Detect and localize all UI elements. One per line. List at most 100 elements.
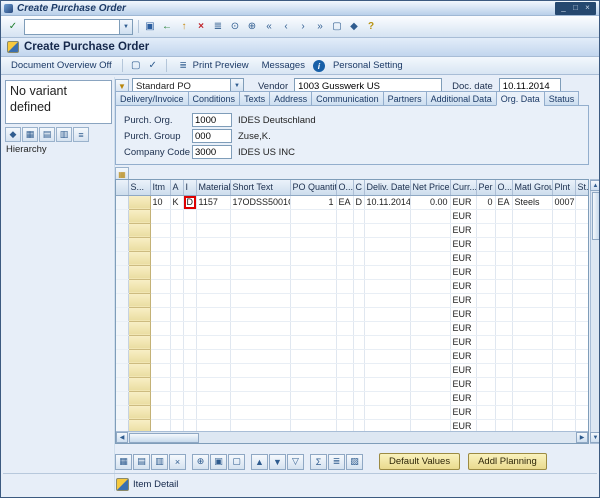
cell-stor-location[interactable]: [575, 279, 589, 293]
list-icon[interactable]: ≡: [73, 127, 89, 142]
print-icon[interactable]: ≣: [210, 19, 226, 35]
row-selector[interactable]: [128, 363, 150, 377]
cell-itm[interactable]: [150, 377, 170, 391]
cell-per[interactable]: [476, 223, 495, 237]
row-icon-cell[interactable]: [116, 237, 128, 251]
cell-date-category[interactable]: [353, 265, 364, 279]
cell-item-category[interactable]: [183, 405, 196, 419]
scroll-right-icon[interactable]: ▶: [576, 432, 588, 443]
cell-deliv-date[interactable]: 10.11.2014: [364, 195, 410, 209]
cell-matl-group[interactable]: [512, 307, 552, 321]
cell-plant[interactable]: [552, 349, 575, 363]
row-selector[interactable]: [128, 391, 150, 405]
cell-currency[interactable]: EUR: [450, 265, 476, 279]
cell-short-text[interactable]: [230, 223, 290, 237]
tab[interactable]: Status: [544, 91, 580, 106]
row-icon-cell[interactable]: [116, 391, 128, 405]
org-field-input[interactable]: [192, 145, 232, 159]
cell-short-text[interactable]: [230, 209, 290, 223]
cell-currency[interactable]: EUR: [450, 195, 476, 209]
cell-matl-group[interactable]: [512, 209, 552, 223]
cell-currency[interactable]: EUR: [450, 251, 476, 265]
cell-matl-group[interactable]: Steels: [512, 195, 552, 209]
info-icon[interactable]: i: [313, 60, 325, 72]
cell-matl-group[interactable]: [512, 223, 552, 237]
row-icon-cell[interactable]: [116, 321, 128, 335]
cell-acct-assignment[interactable]: [170, 391, 183, 405]
cell-acct-assignment[interactable]: K: [170, 195, 183, 209]
cell-date-category[interactable]: [353, 405, 364, 419]
layout-icon[interactable]: ▨: [346, 454, 363, 470]
cell-po-quantity[interactable]: [290, 209, 336, 223]
cell-currency[interactable]: EUR: [450, 363, 476, 377]
cell-acct-assignment[interactable]: [170, 265, 183, 279]
cell-currency[interactable]: EUR: [450, 335, 476, 349]
cell-item-category[interactable]: [183, 377, 196, 391]
grid-column-header[interactable]: [116, 180, 128, 195]
row-icon-cell[interactable]: [116, 195, 128, 209]
cell-itm[interactable]: [150, 223, 170, 237]
cell-material[interactable]: [196, 265, 230, 279]
cell-currency[interactable]: EUR: [450, 209, 476, 223]
find-icon[interactable]: ⊙: [227, 19, 243, 35]
cell-stor-location[interactable]: [575, 195, 589, 209]
material-data-icon[interactable]: ▥: [151, 454, 168, 470]
tab[interactable]: Partners: [383, 91, 426, 106]
cell-stor-location[interactable]: [575, 335, 589, 349]
back-icon[interactable]: ←: [159, 19, 175, 35]
cell-net-price[interactable]: [410, 321, 450, 335]
cell-deliv-date[interactable]: [364, 321, 410, 335]
cell-itm[interactable]: [150, 335, 170, 349]
cell-per[interactable]: [476, 321, 495, 335]
cell-deliv-date[interactable]: [364, 391, 410, 405]
cell-itm[interactable]: [150, 321, 170, 335]
cell-matl-group[interactable]: [512, 335, 552, 349]
cell-material[interactable]: [196, 335, 230, 349]
cancel-icon[interactable]: ×: [193, 19, 209, 35]
row-selector[interactable]: [128, 405, 150, 419]
row-selector[interactable]: [128, 293, 150, 307]
cell-stor-location[interactable]: [575, 377, 589, 391]
cell-net-price[interactable]: [410, 377, 450, 391]
cell-po-quantity[interactable]: [290, 405, 336, 419]
cell-date-category[interactable]: [353, 377, 364, 391]
cell-date-category[interactable]: [353, 223, 364, 237]
cell-itm[interactable]: [150, 265, 170, 279]
cell-matl-group[interactable]: [512, 279, 552, 293]
cell-net-price[interactable]: [410, 335, 450, 349]
cell-item-category[interactable]: [183, 209, 196, 223]
cell-material[interactable]: [196, 391, 230, 405]
grid-column-header[interactable]: Curr...: [450, 180, 476, 195]
cell-currency[interactable]: EUR: [450, 349, 476, 363]
row-icon-cell[interactable]: [116, 265, 128, 279]
cell-matl-group[interactable]: [512, 251, 552, 265]
print-preview-button[interactable]: ≣ Print Preview: [172, 57, 254, 74]
cell-order-price-unit[interactable]: [495, 307, 512, 321]
grid-column-header[interactable]: A: [170, 180, 183, 195]
cell-short-text[interactable]: [230, 335, 290, 349]
cell-acct-assignment[interactable]: [170, 405, 183, 419]
cell-date-category[interactable]: [353, 237, 364, 251]
cell-date-category[interactable]: [353, 349, 364, 363]
cell-order-unit[interactable]: [336, 321, 353, 335]
scroll-down-icon[interactable]: ▼: [590, 432, 600, 443]
cell-acct-assignment[interactable]: [170, 307, 183, 321]
item-details-icon[interactable]: ▦: [115, 454, 132, 470]
cell-stor-location[interactable]: [575, 321, 589, 335]
held-documents-icon[interactable]: ▥: [56, 127, 72, 142]
cell-short-text[interactable]: [230, 377, 290, 391]
tab[interactable]: Conditions: [188, 91, 240, 106]
previous-page-icon[interactable]: ‹: [278, 19, 294, 35]
cell-short-text[interactable]: [230, 237, 290, 251]
cell-net-price[interactable]: [410, 251, 450, 265]
addl-planning-button[interactable]: Addl Planning: [468, 453, 547, 470]
cell-acct-assignment[interactable]: [170, 279, 183, 293]
sort-desc-icon[interactable]: ▼: [269, 454, 286, 470]
cell-net-price[interactable]: [410, 391, 450, 405]
row-selector[interactable]: [128, 251, 150, 265]
cell-order-price-unit[interactable]: [495, 237, 512, 251]
cell-deliv-date[interactable]: [364, 335, 410, 349]
row-icon-cell[interactable]: [116, 377, 128, 391]
cell-short-text[interactable]: [230, 349, 290, 363]
cell-item-category[interactable]: [183, 363, 196, 377]
